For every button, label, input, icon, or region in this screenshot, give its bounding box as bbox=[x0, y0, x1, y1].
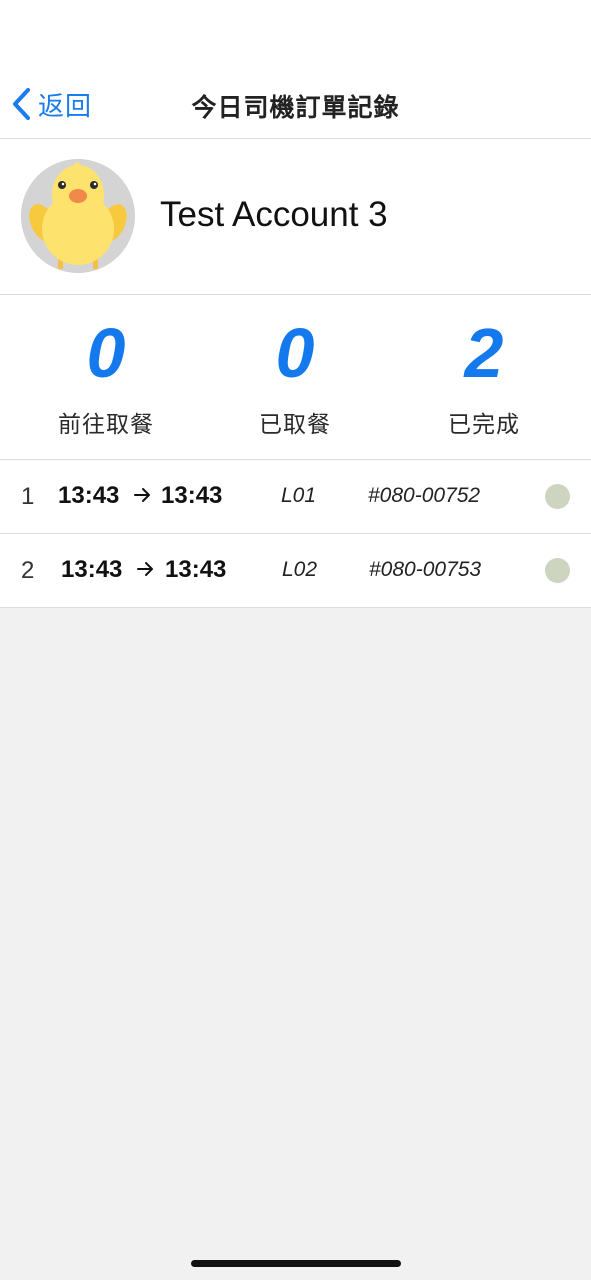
order-row[interactable]: 1 13:43 13:43 L01 #080-00752 bbox=[0, 460, 591, 534]
home-indicator bbox=[191, 1260, 401, 1267]
order-lane: L01 bbox=[281, 484, 317, 507]
profile-header: Test Account 3 bbox=[0, 139, 591, 295]
order-index: 1 bbox=[21, 483, 35, 510]
status-dot bbox=[545, 484, 570, 509]
arrow-right-icon bbox=[134, 488, 150, 502]
order-number: #080-00753 bbox=[369, 558, 482, 581]
order-number: #080-00752 bbox=[368, 484, 481, 507]
arrow-right-icon bbox=[137, 562, 153, 576]
chick-avatar-icon bbox=[21, 159, 135, 273]
stat-value: 2 bbox=[464, 314, 504, 392]
order-list: 1 13:43 13:43 L01 #080-00752 2 13:43 13:… bbox=[0, 460, 591, 608]
status-dot bbox=[545, 558, 570, 583]
stat-label: 已取餐 bbox=[259, 412, 331, 438]
order-stats: 0 前往取餐 0 已取餐 2 已完成 bbox=[0, 295, 591, 460]
nav-bar: 返回 今日司機訂單記錄 bbox=[0, 70, 591, 139]
stat-heading-to-pickup: 0 前往取餐 bbox=[11, 295, 201, 439]
account-name: Test Account 3 bbox=[160, 195, 388, 234]
stat-value: 0 bbox=[86, 314, 126, 392]
order-end-time: 13:43 bbox=[165, 556, 227, 583]
order-index: 2 bbox=[21, 557, 35, 584]
order-end-time: 13:43 bbox=[161, 482, 223, 509]
order-start-time: 13:43 bbox=[61, 556, 123, 583]
order-row[interactable]: 2 13:43 13:43 L02 #080-00753 bbox=[0, 534, 591, 608]
order-lane: L02 bbox=[282, 558, 318, 581]
page-title: 今日司機訂單記錄 bbox=[191, 93, 400, 122]
stat-completed: 2 已完成 bbox=[389, 295, 579, 439]
stat-label: 已完成 bbox=[448, 412, 520, 438]
stat-picked-up: 0 已取餐 bbox=[200, 295, 390, 439]
stat-label: 前往取餐 bbox=[58, 412, 154, 438]
order-start-time: 13:43 bbox=[58, 482, 120, 509]
stat-value: 0 bbox=[275, 314, 315, 392]
